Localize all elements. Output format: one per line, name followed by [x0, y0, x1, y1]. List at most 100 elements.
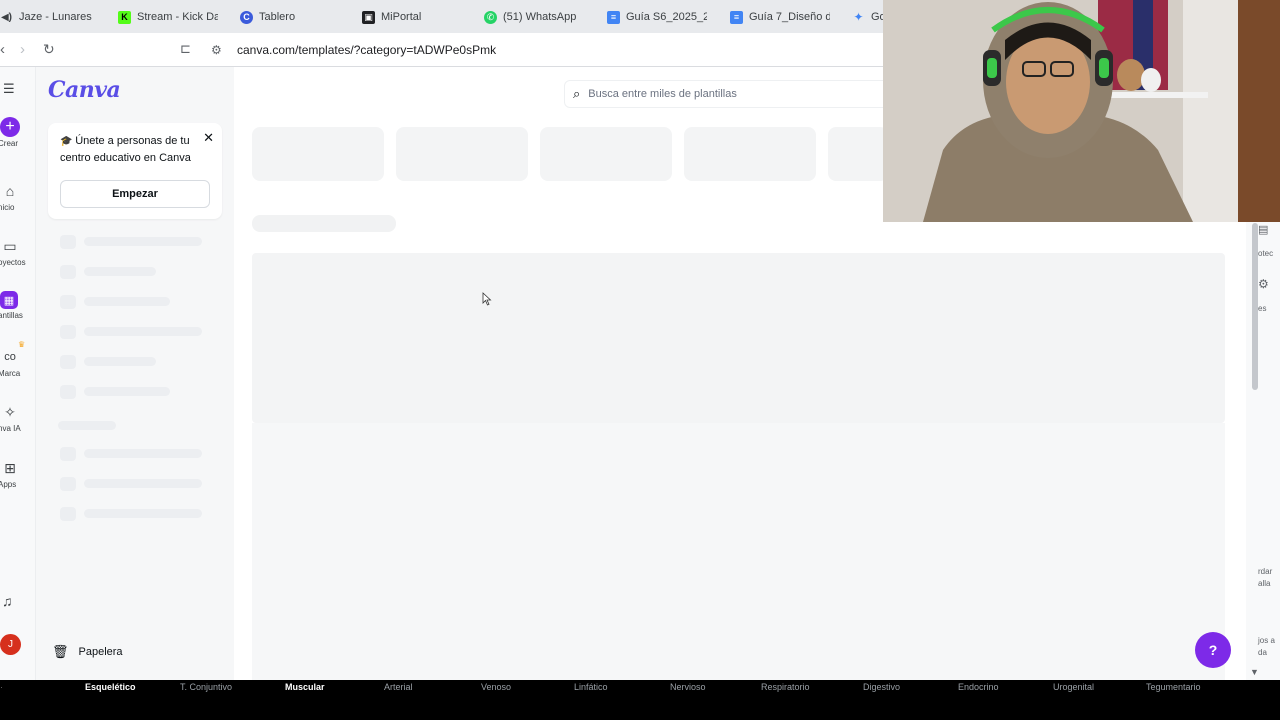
loading-placeholder	[60, 325, 76, 339]
rail-item-ai[interactable]: ✧ nva IA	[0, 402, 36, 434]
loading-placeholder	[84, 267, 156, 276]
mouse-cursor-icon	[482, 292, 492, 306]
tab-label: (51) WhatsApp	[503, 11, 577, 23]
loading-placeholder	[252, 215, 396, 232]
loading-placeholder	[84, 357, 156, 366]
reload-icon[interactable]: ↻	[43, 41, 55, 58]
rail-item-home[interactable]: ⌂ nicio	[0, 181, 36, 212]
tab-label: Guía S6_2025_2_1	[626, 11, 707, 23]
rail-item-brand[interactable]: co Marca	[0, 347, 36, 378]
bottom-cutoff: ·	[0, 682, 3, 692]
tab-label: Tablero	[259, 11, 296, 23]
template-search-input[interactable]: ⌕ Busca entre miles de plantillas	[564, 80, 894, 108]
loading-card	[252, 127, 384, 181]
tab-label: Jaze - Lunares	[19, 11, 92, 23]
templates-icon: ▦	[0, 291, 18, 309]
graduation-cap-icon: 🎓	[60, 136, 76, 147]
bottom-item[interactable]: Endocrino	[958, 682, 999, 692]
docs-icon: ≡	[607, 10, 620, 24]
loading-card	[396, 127, 528, 181]
bottom-item[interactable]: Urogenital	[1053, 682, 1094, 692]
loading-placeholder	[60, 385, 76, 399]
folder-icon: ▭	[3, 237, 17, 254]
start-button[interactable]: Empezar	[60, 180, 210, 208]
rail-item-apps[interactable]: ⊞ Apps	[0, 458, 36, 490]
sparkle-icon: ✧	[4, 403, 16, 420]
trash-button[interactable]: 🗑 Papelera	[52, 644, 123, 660]
plus-icon: +	[0, 117, 20, 137]
browser-tab[interactable]: ≡ Guía S6_2025_2_1	[607, 6, 707, 28]
rail-item-templates[interactable]: ▦ antillas	[0, 291, 36, 320]
webcam-overlay	[883, 0, 1280, 222]
bottom-item[interactable]: Esquelético	[85, 682, 136, 692]
canva-logo[interactable]: Canva	[48, 77, 121, 103]
loading-placeholder	[60, 355, 76, 369]
browser-tab[interactable]: K Stream - Kick Dash	[118, 6, 218, 28]
miportal-icon: ▣	[362, 10, 375, 24]
help-button[interactable]: ?	[1195, 632, 1231, 668]
search-placeholder: Busca entre miles de plantillas	[588, 88, 737, 100]
whatsapp-icon: ✆	[484, 10, 497, 24]
brand-icon: co	[4, 351, 16, 363]
rail-item-projects[interactable]: ▭ oyectos	[0, 236, 36, 268]
forward-icon[interactable]: ›	[20, 41, 25, 58]
docs-icon: ≡	[730, 10, 743, 24]
browser-tab[interactable]: ▣ MiPortal	[362, 6, 462, 28]
bottom-item[interactable]: Arterial	[384, 682, 413, 692]
collapse-menu-icon[interactable]: ☰	[3, 81, 15, 97]
gemini-icon: ✦	[853, 10, 864, 24]
bottom-item[interactable]: T. Conjuntivo	[180, 682, 232, 692]
loading-placeholder	[84, 237, 202, 246]
bottom-item[interactable]: Linfático	[574, 682, 608, 692]
loading-card	[684, 127, 816, 181]
tablero-icon: C	[240, 10, 253, 24]
tab-label: Guía 7_Diseño de	[749, 11, 830, 23]
trash-icon: 🗑	[52, 644, 69, 659]
browser-tab[interactable]: C Tablero	[240, 6, 340, 28]
home-icon: ⌂	[5, 183, 15, 199]
tab-label: Stream - Kick Dash	[137, 11, 218, 23]
search-icon: ⌕	[573, 86, 581, 101]
kick-icon: K	[118, 10, 131, 24]
browser-tab[interactable]: ◀) Jaze - Lunares	[0, 6, 100, 28]
bell-icon[interactable]: ♫	[2, 593, 13, 609]
loading-placeholder	[84, 327, 202, 336]
site-settings-icon[interactable]: ⚙	[211, 43, 222, 57]
close-icon[interactable]: ✕	[203, 130, 214, 146]
canva-left-rail: ☰ + Crear ⌂ nicio ▭ oyectos ▦ antillas c…	[0, 67, 36, 680]
loading-placeholder	[84, 509, 202, 518]
promo-text: 🎓 Únete a personas de tu centro educativ…	[60, 133, 200, 167]
loading-placeholder	[58, 421, 116, 430]
bookmark-icon[interactable]: ⊏	[180, 41, 191, 57]
avatar[interactable]: J	[0, 634, 21, 655]
speaker-icon: ◀)	[0, 10, 13, 24]
loading-placeholder	[84, 297, 170, 306]
scroll-down-icon[interactable]: ▼	[1250, 667, 1259, 677]
rail-item-create[interactable]: + Crear	[0, 117, 36, 148]
bottom-item[interactable]: Digestivo	[863, 682, 900, 692]
panel-icon[interactable]: ▤	[1258, 225, 1268, 236]
bottom-item[interactable]: Nervioso	[670, 682, 706, 692]
right-label: jos a	[1258, 636, 1275, 645]
loading-placeholder	[60, 235, 76, 249]
canva-side-panel: Canva 🎓 Únete a personas de tu centro ed…	[36, 67, 234, 680]
bottom-item[interactable]: Tegumentario	[1146, 682, 1201, 692]
url-field[interactable]: canva.com/templates/?category=tADWPe0sPm…	[237, 43, 496, 57]
webcam-image	[883, 0, 1280, 222]
right-label: es	[1258, 304, 1267, 313]
browser-tab[interactable]: ≡ Guía 7_Diseño de	[730, 6, 830, 28]
bottom-item[interactable]: Muscular	[285, 682, 325, 692]
bottom-item[interactable]: Respiratorio	[761, 682, 810, 692]
trash-label: Papelera	[78, 646, 123, 658]
back-icon[interactable]: ‹	[0, 41, 5, 58]
browser-tab[interactable]: ✆ (51) WhatsApp	[484, 6, 584, 28]
promo-message: Únete a personas de tu centro educativo …	[60, 135, 191, 164]
loading-placeholder	[60, 477, 76, 491]
crown-icon: ♛	[18, 340, 26, 349]
bottom-category-bar: · Esquelético T. Conjuntivo Muscular Art…	[0, 680, 1280, 720]
loading-placeholder	[84, 449, 202, 458]
settings-icon[interactable]: ⚙	[1258, 278, 1269, 290]
loading-placeholder	[84, 387, 170, 396]
loading-grid	[252, 423, 1225, 680]
bottom-item[interactable]: Venoso	[481, 682, 511, 692]
